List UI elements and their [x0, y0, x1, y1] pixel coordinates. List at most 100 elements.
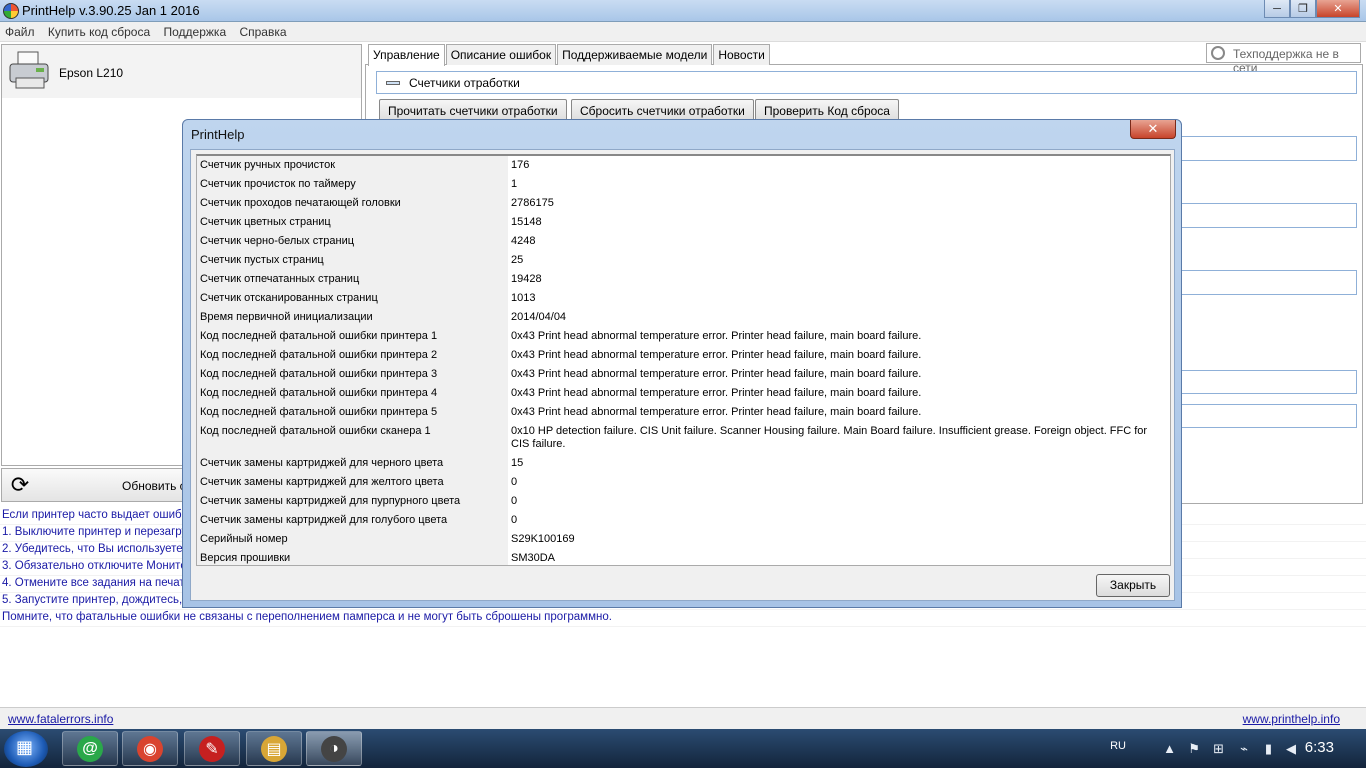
counter-row: Счетчик ручных прочисток 176	[197, 156, 1170, 175]
menu-buy-reset-code[interactable]: Купить код сброса	[43, 22, 155, 42]
show-hidden-icons-icon[interactable]: ▲	[1163, 741, 1176, 756]
counters-section-title: Счетчики отработки	[409, 76, 520, 90]
dialog-body: Счетчик ручных прочисток 176 Счетчик прочи…	[190, 149, 1175, 601]
counter-label: Код последней фатальной ошибки сканера 1	[197, 422, 508, 454]
counter-label: Счетчик проходов печатающей головки	[197, 194, 508, 213]
taskbar-file-explorer[interactable]: ▤	[246, 731, 302, 766]
status-field	[1180, 404, 1357, 428]
menu-bar: Файл Купить код сброса Поддержка Справка	[0, 22, 1366, 42]
clock[interactable]: 6:33	[1305, 739, 1334, 756]
counter-value: S29K100169	[511, 533, 575, 545]
taskbar-printhelp[interactable]: ◑	[306, 731, 362, 766]
counter-row: Код последней фатальной ошибки принтера …	[197, 346, 1170, 365]
counter-row: Серийный номер S29K100169	[197, 530, 1170, 549]
window-title: PrintHelp v.3.90.25 Jan 1 2016	[22, 3, 200, 18]
signal-icon[interactable]: ▮	[1265, 741, 1272, 757]
taskbar-pdf-reader[interactable]: ✎	[184, 731, 240, 766]
counter-row: Счетчик пустых страниц 25	[197, 251, 1170, 270]
counter-value: 0	[511, 495, 518, 507]
printer-icon	[9, 51, 49, 89]
counter-label: Версия прошивки	[197, 549, 508, 565]
refresh-icon: ⟳	[10, 472, 30, 497]
counter-row: Счетчик замены картриджей для черного цв…	[197, 454, 1170, 473]
mail-agent-icon: @	[77, 735, 103, 762]
counter-value: 25	[511, 254, 524, 266]
status-field	[1180, 136, 1357, 161]
counter-row: Код последней фатальной ошибки сканера 1…	[197, 422, 1170, 454]
power-plug-icon[interactable]: ⌁	[1240, 741, 1248, 757]
counter-value: 0x43 Print head abnormal temperature err…	[511, 330, 922, 342]
counter-value: 2786175	[511, 197, 554, 209]
file-explorer-icon: ▤	[261, 735, 287, 762]
counter-row: Счетчик отпечатанных страниц 19428	[197, 270, 1170, 289]
windows-icon[interactable]: ⊞	[1213, 741, 1224, 757]
counter-label: Серийный номер	[197, 530, 508, 549]
printer-name: Epson L210	[59, 66, 124, 80]
collapse-icon[interactable]	[386, 81, 400, 85]
counter-value: 1013	[511, 292, 536, 304]
counter-value: 0	[511, 514, 518, 526]
printhelp-icon: ◑	[321, 735, 347, 762]
printhelp-link[interactable]: www.printhelp.info	[1243, 712, 1340, 726]
counter-row: Код последней фатальной ошибки принтера …	[197, 327, 1170, 346]
counter-value: 1	[511, 178, 518, 190]
counter-label: Счетчик пустых страниц	[197, 251, 508, 270]
counter-label: Код последней фатальной ошибки принтера …	[197, 346, 508, 365]
counter-label: Код последней фатальной ошибки принтера …	[197, 403, 508, 422]
menu-help[interactable]: Справка	[234, 22, 291, 42]
headset-icon	[1211, 46, 1225, 60]
tab-management[interactable]: Управление	[368, 44, 445, 66]
counter-label: Код последней фатальной ошибки принтера …	[197, 365, 508, 384]
counters-section-header[interactable]: Счетчики отработки	[376, 71, 1357, 94]
taskbar-mail-agent[interactable]: @	[62, 731, 118, 766]
counter-value: 0x10 HP detection failure. CIS Unit fail…	[511, 425, 1148, 450]
counters-table: Счетчик ручных прочисток 176 Счетчик прочи…	[196, 154, 1171, 566]
dialog-ok-button[interactable]: Закрыть	[1096, 574, 1170, 597]
counter-label: Счетчик замены картриджей для черного цв…	[197, 454, 508, 473]
counter-row: Счетчик отсканированных страниц 1013	[197, 289, 1170, 308]
counter-label: Код последней фатальной ошибки принтера …	[197, 327, 508, 346]
printer-list-item[interactable]: Epson L210	[2, 45, 361, 98]
counter-row: Счетчик черно-белых страниц 4248	[197, 232, 1170, 251]
counter-value: 0	[511, 476, 518, 488]
counter-row: Код последней фатальной ошибки принтера …	[197, 365, 1170, 384]
status-field	[1180, 203, 1357, 228]
tab-news[interactable]: Новости	[713, 44, 770, 65]
support-status[interactable]: Техподдержка не в сети	[1206, 43, 1361, 75]
tab-supported-models[interactable]: Поддерживаемые модели	[557, 44, 713, 65]
status-field	[1180, 370, 1357, 394]
counter-row: Код последней фатальной ошибки принтера …	[197, 403, 1170, 422]
counter-label: Счетчик замены картриджей для пурпурного…	[197, 492, 508, 511]
flag-icon[interactable]: ⚑	[1188, 741, 1200, 757]
counter-value: 15148	[511, 216, 542, 228]
counter-value: 176	[511, 159, 530, 171]
counter-value: 2014/04/04	[511, 311, 567, 323]
counter-row: Счетчик замены картриджей для желтого цв…	[197, 473, 1170, 492]
pdf-reader-icon: ✎	[199, 735, 225, 762]
counter-label: Счетчик замены картриджей для желтого цв…	[197, 473, 508, 492]
counter-value: 0x43 Print head abnormal temperature err…	[511, 349, 922, 361]
close-window-button[interactable]: ✕	[1316, 0, 1360, 18]
status-field	[1180, 270, 1357, 295]
menu-file[interactable]: Файл	[0, 22, 40, 42]
fatalerrors-link[interactable]: www.fatalerrors.info	[8, 712, 113, 726]
counter-row: Счетчик проходов печатающей головки 27861…	[197, 194, 1170, 213]
maximize-button[interactable]: ❐	[1290, 0, 1316, 18]
main-tabs: Управление Описание ошибок Поддерживаемы…	[368, 44, 771, 66]
counter-label: Счетчик отпечатанных страниц	[197, 270, 508, 289]
tab-error-descriptions[interactable]: Описание ошибок	[445, 44, 557, 65]
counter-value: 0x43 Print head abnormal temperature err…	[511, 387, 922, 399]
dialog-close-button[interactable]: ✕	[1130, 120, 1176, 139]
counter-label: Счетчик ручных прочисток	[197, 156, 508, 175]
taskbar-chrome[interactable]: ◉	[122, 731, 178, 766]
counter-value: 4248	[511, 235, 536, 247]
counter-value: 15	[511, 457, 524, 469]
start-button[interactable]	[4, 731, 48, 767]
language-indicator[interactable]: RU	[1110, 740, 1126, 752]
minimize-button[interactable]: ─	[1264, 0, 1290, 18]
app-logo-icon	[3, 3, 19, 19]
volume-icon[interactable]: ◀	[1286, 741, 1296, 757]
menu-support[interactable]: Поддержка	[159, 22, 232, 42]
taskbar: @ ◉ ✎ ▤ ◑ RU ▲ ⚑ ⊞ ⌁ ▮ ◀ 6:33	[0, 729, 1366, 768]
title-bar: PrintHelp v.3.90.25 Jan 1 2016 ─ ❐ ✕	[0, 0, 1366, 22]
